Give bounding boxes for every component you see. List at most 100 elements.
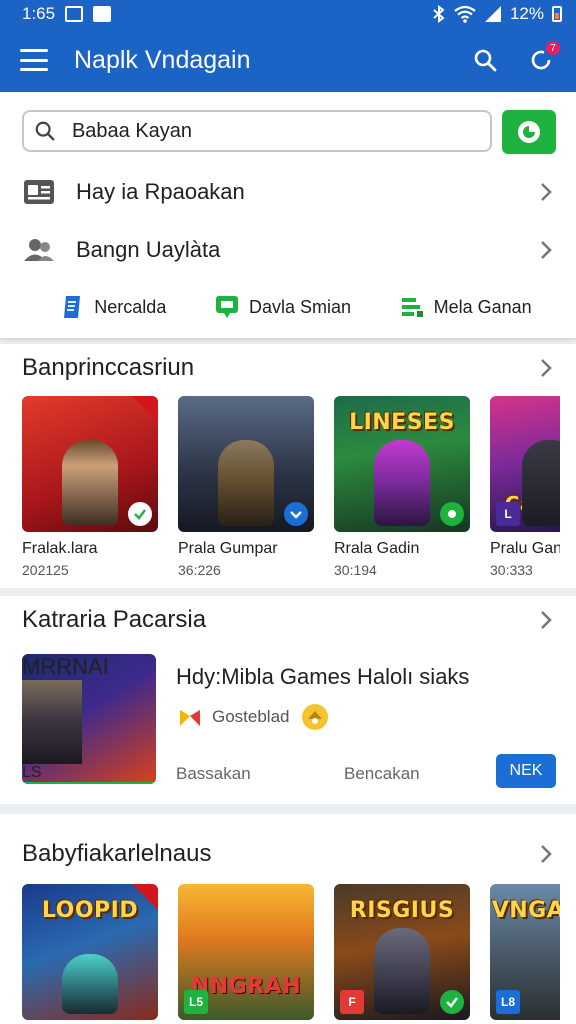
section-title: Banprinccasriun [22,354,195,381]
install-button[interactable]: NEK [496,754,556,788]
signal-icon [484,6,501,22]
game-meta: 202125 [22,562,69,578]
chevron-right-icon [536,180,556,204]
game-thumbnail [178,396,314,532]
go-icon [518,121,540,143]
quick-link-1[interactable]: Davla Smian [215,294,351,320]
game-meta: 30:333 [490,562,533,578]
search-field[interactable] [22,110,492,152]
notification-app-icon [93,6,112,22]
game-name: Pralu Gan [490,540,560,557]
game-card[interactable]: LINESES Rrala Gadin 30:194 [334,396,470,578]
quick-links: Nercalda Davla Smian Mela Ganan [0,290,576,324]
game-name: Rrala Gadin [334,540,420,557]
publisher-icon: LS [22,764,42,781]
game-name: Prala Gumpar [178,540,278,557]
verified-icon [440,502,464,526]
search-bar [22,110,556,154]
verified-icon [284,502,308,526]
game-thumbnail: NNGRAH L5 [178,884,314,1020]
game-name: Fralak.lara [22,540,98,557]
publisher-icon: L8 [496,990,520,1014]
section-header: Katraria Pacarsia [22,602,556,638]
featured-footer-right: Bencakan [344,764,420,783]
chevron-right-icon[interactable] [536,608,556,632]
game-thumbnail: Cal L [490,396,560,532]
wifi-icon [454,5,476,23]
section-header: Banprinccasriun [22,350,556,386]
game-meta: 36:226 [178,562,221,578]
people-icon [22,233,56,267]
game-row: Fralak.lara 202125 Prala Gumpar 36:226 L… [22,396,560,578]
id-card-icon [22,175,56,209]
section-featured-games: Banprinccasriun Fralak.lara 202125 Prala… [0,344,576,588]
section-header: Babyfiakarlelnaus [22,836,556,872]
verified-icon [440,990,464,1014]
developer-logo-icon [180,710,200,726]
publisher-icon: L5 [184,990,208,1014]
award-icon [301,704,328,730]
chat-icon [215,296,238,318]
bluetooth-icon [433,5,445,23]
battery-percent: 12% [509,4,544,23]
notifications-button[interactable]: 7 [526,41,560,75]
mail-icon [65,6,84,22]
verified-icon [128,502,152,526]
menu-item-label: Bangn Uaylàta [76,237,221,262]
game-art-title: LOOPID [41,898,139,923]
quick-link-label: Mela Ganan [433,296,532,317]
game-card[interactable]: Cal L Pralu Gan 30:333 [490,396,560,578]
chevron-right-icon[interactable] [536,356,556,380]
featured-footer-left: Bassakan [176,764,251,783]
game-art-title: MRRNAI [22,654,109,679]
chevron-right-icon [536,238,556,262]
game-art-title: VNGA [491,898,560,923]
menu-item-1[interactable]: Bangn Uaylàta [22,224,556,276]
section-more-games: Babyfiakarlelnaus LOOPID NNGRAH L5 RISGI… [0,814,576,1024]
section-title: Katraria Pacarsia [22,606,207,633]
search-icon[interactable] [470,45,500,75]
quick-link-label: Davla Smian [248,296,351,317]
game-art-title: RISGIUS [349,898,455,923]
game-thumbnail: VNGA L8 [490,884,560,1020]
game-card[interactable]: RISGIUS F [334,884,470,1020]
menu-item-0[interactable]: Hay ia Rpaoakan [22,166,556,218]
game-card[interactable]: Prala Gumpar 36:226 [178,396,314,578]
menu-icon[interactable] [20,49,48,71]
featured-game-title: Hdy:Mibla Games Halolı siaks [176,664,470,689]
verified-icon [22,782,156,784]
search-go-button[interactable] [502,110,556,154]
battery-icon [552,6,562,22]
game-art-title: LINESES [349,410,455,435]
featured-developer: Gosteblad [178,702,330,732]
quick-link-label: Nercalda [94,296,167,317]
status-bar: 1:65 12% [0,0,576,28]
section-title: Babyfiakarlelnaus [22,840,212,867]
game-thumbnail: RISGIUS F [334,884,470,1020]
game-card[interactable]: VNGA L8 [490,884,560,1020]
developer-name: Gosteblad [212,707,290,726]
quick-link-2[interactable]: Mela Ganan [400,294,532,320]
game-card[interactable]: Fralak.lara 202125 [22,396,158,578]
game-thumbnail: LOOPID [22,884,158,1020]
notification-badge: 7 [546,41,560,55]
app-title: Naplk Vndagain [74,45,251,74]
top-card: Hay ia Rpaoakan Bangn Uaylàta Nercalda D… [0,92,576,338]
game-row: LOOPID NNGRAH L5 RISGIUS F VNGA L8 [22,884,560,1020]
publisher-icon: F [340,990,364,1014]
list-icon [401,298,423,317]
search-input[interactable] [71,119,480,143]
search-icon [35,121,55,141]
game-card[interactable]: LOOPID [22,884,158,1020]
publisher-icon: L [496,502,520,526]
game-thumbnail [22,396,158,532]
menu-item-label: Hay ia Rpaoakan [76,179,245,204]
featured-game-thumbnail[interactable]: MRRNAI LS [22,654,156,784]
section-recommended: Katraria Pacarsia MRRNAI LS Hdy:Mibla Ga… [0,596,576,804]
game-meta: 30:194 [334,562,377,578]
quick-link-0[interactable]: Nercalda [60,294,166,320]
document-icon [64,296,81,318]
game-card[interactable]: NNGRAH L5 [178,884,314,1020]
chevron-right-icon[interactable] [536,842,556,866]
game-thumbnail: LINESES [334,396,470,532]
